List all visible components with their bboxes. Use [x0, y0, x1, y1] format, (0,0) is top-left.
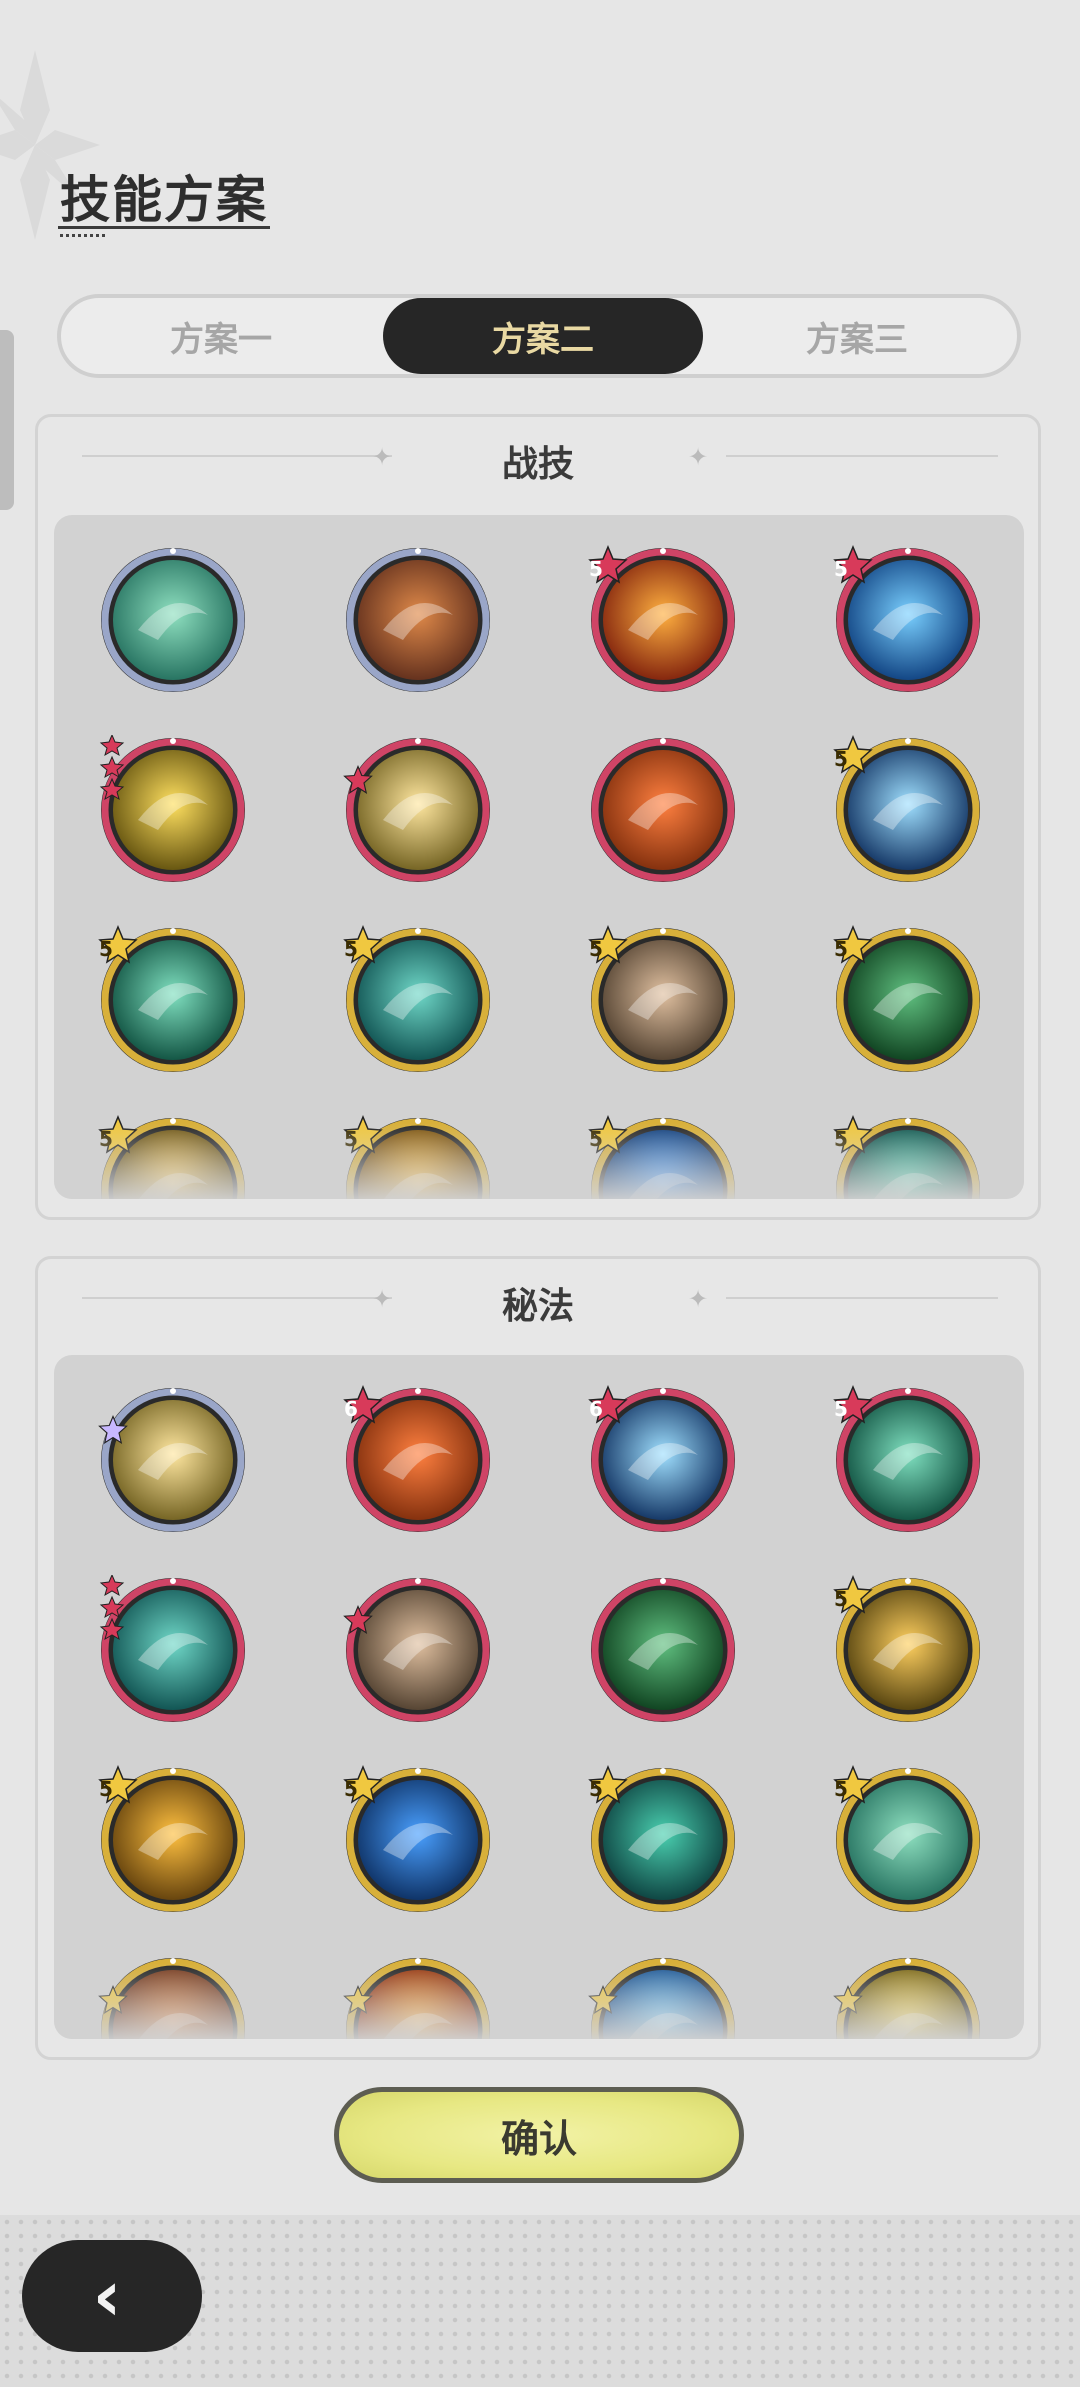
- light-slash-icon: [346, 738, 490, 882]
- skill-slot[interactable]: [588, 735, 738, 885]
- skill-slot[interactable]: [588, 1575, 738, 1725]
- title-underline: [58, 226, 270, 229]
- skill-slot[interactable]: [98, 1575, 248, 1725]
- rank-badge-number: 5: [99, 937, 113, 961]
- rank-badge-number: 5: [834, 1587, 848, 1611]
- triple-star-icon: [99, 1575, 125, 1641]
- skill-slot[interactable]: 5: [98, 925, 248, 1075]
- section-title: 战技: [501, 444, 574, 485]
- flame-figure-icon: [591, 1578, 735, 1722]
- scroll-fade: [54, 1963, 1024, 2039]
- skill-slot[interactable]: 5: [588, 925, 738, 1075]
- rising-arrows-icon: [346, 1578, 490, 1722]
- rank-badge-number: 5: [834, 1397, 848, 1421]
- skill-slot[interactable]: 6: [343, 1385, 493, 1535]
- tab-plan-2[interactable]: 方案二: [383, 298, 703, 374]
- rank-badge-number: 5: [589, 1777, 603, 1801]
- divider-line: [726, 1297, 998, 1299]
- divider-line: [726, 455, 998, 457]
- skill-slot[interactable]: [343, 545, 493, 695]
- skill-slot[interactable]: 5: [588, 1765, 738, 1915]
- rank-badge-number: 5: [834, 557, 848, 581]
- skill-slot[interactable]: 5: [343, 925, 493, 1075]
- meteor-icon: [346, 548, 490, 692]
- skill-slot[interactable]: [343, 735, 493, 885]
- confirm-button[interactable]: 确认: [334, 2087, 744, 2183]
- flame-wave-icon: [591, 738, 735, 882]
- star-badge-icon: [343, 1605, 373, 1634]
- skill-slot[interactable]: [98, 1385, 248, 1535]
- arcane-skills-panel: ✦ 秘法 ✦ 6 6 5 5 5 5 5 5: [35, 1256, 1041, 2060]
- rank-badge-number: 6: [344, 1397, 358, 1421]
- panel-header: ✦ 战技 ✦: [38, 417, 1038, 497]
- tab-plan-1[interactable]: 方案一: [61, 298, 381, 374]
- side-drawer-handle[interactable]: [0, 330, 14, 510]
- plan-tab-bar: 方案一 方案二 方案三: [57, 294, 1021, 378]
- page-title: 技能方案: [60, 171, 268, 229]
- rank-badge-number: 5: [344, 937, 358, 961]
- combat-skills-panel: ✦ 战技 ✦ 55555555555: [35, 414, 1041, 1220]
- skill-slot[interactable]: 5: [833, 1575, 983, 1725]
- skill-slot[interactable]: [343, 1575, 493, 1725]
- rank-badge-number: 5: [834, 747, 848, 771]
- skill-slot[interactable]: 5: [833, 545, 983, 695]
- star-badge-icon: [98, 1415, 128, 1444]
- skill-slot[interactable]: [98, 735, 248, 885]
- combat-skill-grid: 55555555555: [54, 515, 1024, 1199]
- skill-slot[interactable]: [98, 545, 248, 695]
- skill-slot[interactable]: 5: [833, 1385, 983, 1535]
- title-dots: [60, 234, 106, 237]
- skill-slot[interactable]: 5: [343, 1765, 493, 1915]
- panel-header: ✦ 秘法 ✦: [38, 1259, 1038, 1339]
- triple-star-icon: [99, 735, 125, 801]
- rank-badge-number: 5: [589, 557, 603, 581]
- star-badge-icon: [343, 765, 373, 794]
- header: 技能方案: [0, 0, 1080, 265]
- skill-slot[interactable]: 5: [98, 1765, 248, 1915]
- rank-badge-number: 5: [99, 1777, 113, 1801]
- rank-badge-number: 5: [834, 937, 848, 961]
- rank-badge-number: 5: [834, 1777, 848, 1801]
- sparkle-icon: ✦: [688, 1285, 709, 1313]
- back-button[interactable]: ‹: [22, 2240, 202, 2352]
- tab-plan-3[interactable]: 方案三: [697, 298, 1017, 374]
- skill-slot[interactable]: 5: [588, 545, 738, 695]
- sparkle-icon: ✦: [688, 443, 709, 471]
- green-wind-orb-icon: [101, 548, 245, 692]
- rank-badge-number: 5: [589, 937, 603, 961]
- skill-slot[interactable]: 5: [833, 735, 983, 885]
- skill-slot[interactable]: 5: [833, 1765, 983, 1915]
- arcane-skill-grid: 6 6 5 5 5 5 5 5: [54, 1355, 1024, 2039]
- rank-badge-number: 5: [344, 1777, 358, 1801]
- rank-badge-number: 6: [589, 1397, 603, 1421]
- chevron-left-icon: ‹: [92, 2255, 122, 2337]
- section-title: 秘法: [501, 1286, 574, 1327]
- skill-slot[interactable]: 5: [833, 925, 983, 1075]
- arcane-clock-icon: [101, 1388, 245, 1532]
- skill-slot[interactable]: 6: [588, 1385, 738, 1535]
- scroll-fade: [54, 1123, 1024, 1199]
